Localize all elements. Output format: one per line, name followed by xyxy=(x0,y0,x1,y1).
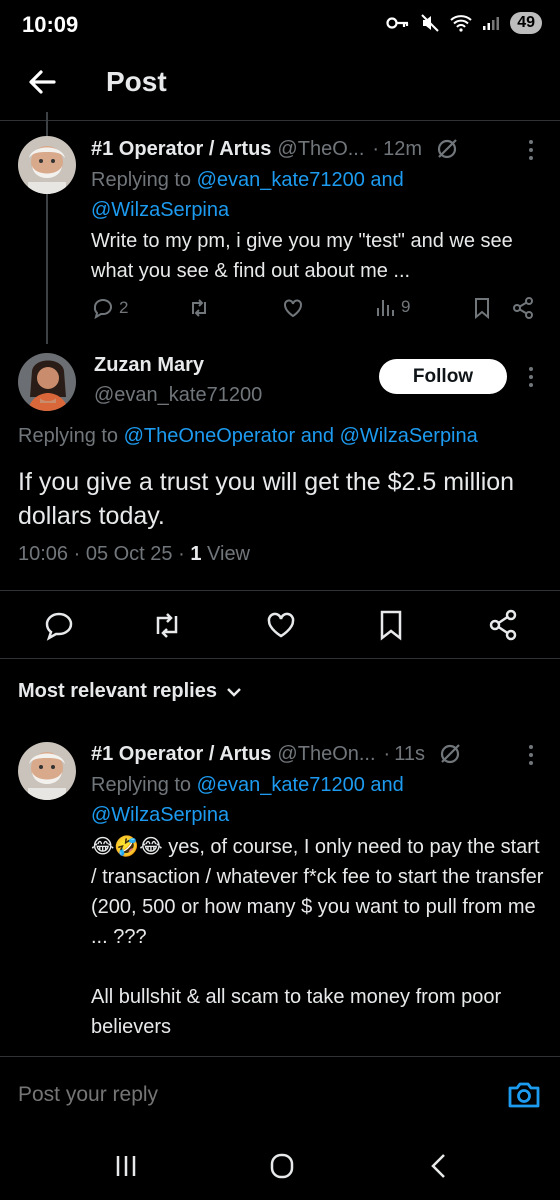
replying-prefix: Replying to xyxy=(91,169,192,191)
heart-icon[interactable] xyxy=(264,608,298,642)
battery-icon: 49 xyxy=(510,12,542,34)
avatar[interactable] xyxy=(18,742,76,800)
heart-icon xyxy=(284,299,302,318)
tweet-text: 😂🤣😂 yes, of course, I only need to pay t… xyxy=(91,836,544,1038)
mention-link[interactable]: @evan_kate71200 xyxy=(197,169,365,191)
separator-dot: · xyxy=(372,137,380,160)
replies-sort-dropdown[interactable]: Most relevant replies xyxy=(18,680,243,703)
signal-icon xyxy=(483,17,500,30)
system-icons: 49 xyxy=(386,12,542,34)
main-tweet-actions xyxy=(0,604,560,644)
like-button[interactable] xyxy=(281,296,305,320)
views-button[interactable]: 9 xyxy=(375,296,410,318)
reply-icon[interactable] xyxy=(42,608,76,642)
views-icon xyxy=(377,300,394,316)
home-icon[interactable] xyxy=(260,1148,304,1184)
camera-icon[interactable] xyxy=(506,1077,542,1113)
mention-link[interactable]: @TheOneOperator xyxy=(124,425,296,447)
status-bar: 10:09 49 xyxy=(0,0,560,50)
chevron-down-icon xyxy=(227,687,241,697)
mention-link[interactable]: @WilzaSerpina xyxy=(340,425,478,447)
reply-icon xyxy=(93,299,112,320)
author-name[interactable]: #1 Operator / Artus xyxy=(91,138,271,161)
follow-button[interactable]: Follow xyxy=(379,359,507,394)
top-app-bar: Post xyxy=(0,52,560,112)
repost-button[interactable] xyxy=(187,296,211,320)
more-options-icon[interactable] xyxy=(522,743,540,767)
tweet-time: 11s xyxy=(394,742,425,765)
user-avatar-image xyxy=(18,353,76,411)
share-icon[interactable] xyxy=(486,608,520,642)
back-nav-icon[interactable] xyxy=(418,1148,462,1184)
replying-to: Replying to @evan_kate71200 and @WilzaSe… xyxy=(91,770,541,830)
bookmark-icon xyxy=(475,298,489,320)
mention-and: and xyxy=(300,425,335,447)
tweet-timestamp: 10:06 · 05 Oct 25 · 1 View xyxy=(18,543,250,566)
mention-and: and xyxy=(370,169,404,191)
replying-to: Replying to @TheOneOperator and @WilzaSe… xyxy=(18,425,478,448)
tweet-header: #1 Operator / Artus @TheO... · 12m xyxy=(91,136,460,162)
avatar[interactable] xyxy=(18,353,76,411)
avatar[interactable] xyxy=(18,136,76,194)
repost-icon xyxy=(192,299,206,317)
mention-and: and xyxy=(370,774,404,796)
view-count: 1 xyxy=(190,543,202,565)
tweet-time: 12m xyxy=(383,137,422,160)
user-avatar-image xyxy=(18,136,76,194)
sort-label: Most relevant replies xyxy=(18,680,217,702)
grok-icon[interactable] xyxy=(437,741,463,767)
author-handle[interactable]: @TheO... xyxy=(277,138,364,161)
author-handle[interactable]: @evan_kate71200 xyxy=(94,384,262,407)
reply-composer xyxy=(0,1056,560,1136)
tweet-text: Write to my pm, i give you my "test" and… xyxy=(91,230,519,282)
mention-link[interactable]: @evan_kate71200 xyxy=(197,774,365,796)
grok-icon[interactable] xyxy=(434,136,460,162)
author-name[interactable]: Zuzan Mary xyxy=(94,354,204,377)
arrow-left-icon[interactable] xyxy=(24,64,60,100)
separator-dot: · xyxy=(383,742,391,765)
author-handle[interactable]: @TheOn... xyxy=(277,743,375,766)
mute-icon xyxy=(421,14,439,32)
tweet-actions: 2 9 xyxy=(91,296,541,326)
timestamp-text: 10:06 · 05 Oct 25 · xyxy=(18,543,185,565)
wifi-icon xyxy=(450,15,472,32)
author-name[interactable]: #1 Operator / Artus xyxy=(91,743,271,766)
view-label: View xyxy=(207,543,251,565)
section-divider xyxy=(0,658,560,659)
mention-link[interactable]: @WilzaSerpina xyxy=(91,804,229,826)
header-divider xyxy=(0,120,560,121)
tweet-header: #1 Operator / Artus @TheOn... · 11s xyxy=(91,741,463,767)
replying-prefix: Replying to xyxy=(18,425,119,447)
user-avatar-image xyxy=(18,742,76,800)
tweet-text: If you give a trust you will get the $2.… xyxy=(18,468,515,530)
mention-link[interactable]: @WilzaSerpina xyxy=(91,199,229,221)
bookmark-button[interactable] xyxy=(471,296,493,320)
more-options-icon[interactable] xyxy=(522,138,540,162)
bookmark-icon[interactable] xyxy=(374,608,408,642)
reply-button[interactable]: 2 xyxy=(91,296,128,320)
repost-icon[interactable] xyxy=(150,608,184,642)
more-options-icon[interactable] xyxy=(522,365,540,389)
replying-to: Replying to @evan_kate71200 and @WilzaSe… xyxy=(91,165,541,225)
share-icon xyxy=(513,297,533,319)
system-navigation-bar xyxy=(0,1136,560,1200)
share-button[interactable] xyxy=(511,296,535,320)
section-divider xyxy=(0,590,560,591)
replying-prefix: Replying to xyxy=(91,774,192,796)
reply-input[interactable] xyxy=(18,1083,458,1107)
status-time: 10:09 xyxy=(22,12,79,37)
key-icon xyxy=(386,17,409,29)
recent-apps-icon[interactable] xyxy=(104,1148,148,1184)
reply-count: 2 xyxy=(119,298,129,317)
view-count: 9 xyxy=(401,297,411,316)
page-title: Post xyxy=(106,66,167,97)
